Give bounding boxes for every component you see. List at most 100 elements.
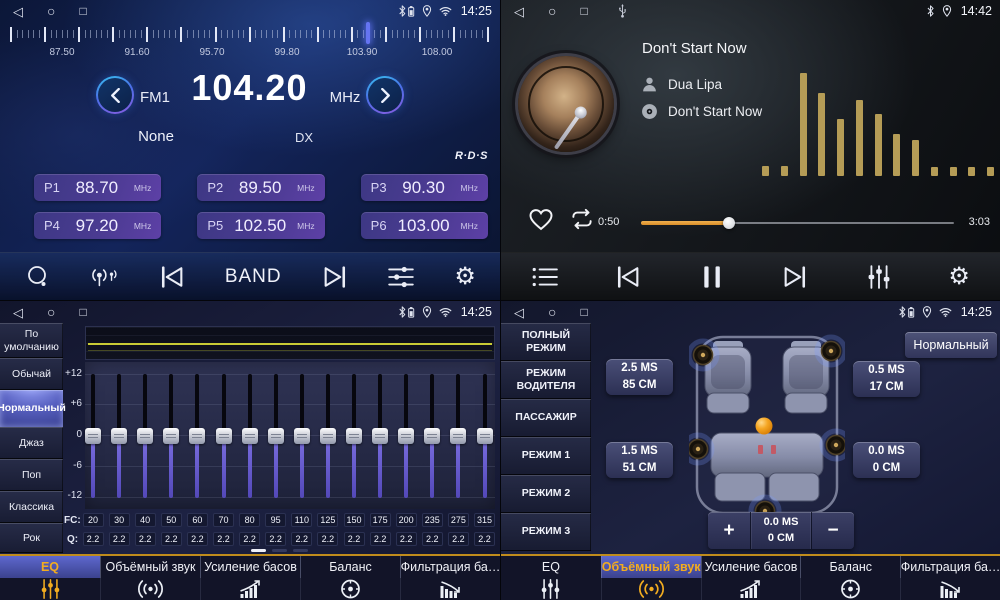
slider-handle[interactable] — [242, 428, 258, 444]
broadcast-icon[interactable] — [91, 264, 119, 290]
fc-value[interactable]: 125 — [317, 513, 338, 527]
tab-bass[interactable]: Усиление басов — [701, 556, 801, 600]
nav-recents-icon[interactable]: □ — [79, 5, 86, 17]
progress-bar[interactable] — [641, 220, 954, 226]
slider-handle[interactable] — [320, 428, 336, 444]
tune-down-button[interactable] — [96, 76, 134, 114]
slider-handle[interactable] — [372, 428, 388, 444]
delay-rear-left-button[interactable]: 1.5 MS 51 CM — [606, 442, 673, 478]
preset-button-p3[interactable]: P390.30MHz — [361, 174, 488, 201]
eq-band-slider-235[interactable] — [424, 374, 440, 498]
q-value[interactable]: 2.2 — [317, 532, 338, 546]
dx-indicator[interactable]: DX — [289, 130, 319, 145]
settings-gear-icon[interactable]: ⚙ — [454, 264, 476, 290]
fc-value[interactable]: 235 — [422, 513, 443, 527]
fc-value[interactable]: 30 — [109, 513, 130, 527]
tab-bass[interactable]: Усиление басов — [200, 556, 300, 600]
progress-thumb[interactable] — [723, 217, 735, 229]
delay-minus-button[interactable]: − — [812, 512, 854, 549]
previous-station-button[interactable] — [158, 264, 186, 290]
surround-mode-item-5[interactable]: РЕЖИМ 3 — [501, 513, 591, 551]
favorite-heart-button[interactable] — [527, 206, 555, 232]
fc-value[interactable]: 60 — [187, 513, 208, 527]
tab-balance[interactable]: Баланс — [300, 556, 400, 600]
fc-value[interactable]: 275 — [448, 513, 469, 527]
fc-value[interactable]: 200 — [396, 513, 417, 527]
eq-preset-item-4[interactable]: Поп — [0, 459, 63, 491]
nav-recents-icon[interactable]: □ — [580, 5, 587, 17]
surround-mode-item-4[interactable]: РЕЖИМ 2 — [501, 475, 591, 513]
nav-back-icon[interactable]: ◁ — [13, 5, 23, 18]
q-value[interactable]: 2.2 — [265, 532, 286, 546]
surround-mode-item-0[interactable]: ПОЛНЫЙ РЕЖИМ — [501, 323, 591, 361]
surround-mode-item-2[interactable]: ПАССАЖИР — [501, 399, 591, 437]
q-value[interactable]: 2.2 — [344, 532, 365, 546]
q-value[interactable]: 2.2 — [448, 532, 469, 546]
slider-handle[interactable] — [189, 428, 205, 444]
slider-handle[interactable] — [450, 428, 466, 444]
fc-value[interactable]: 150 — [344, 513, 365, 527]
nav-home-icon[interactable]: ○ — [47, 4, 55, 18]
q-value[interactable]: 2.2 — [83, 532, 104, 546]
nav-home-icon[interactable]: ○ — [548, 4, 556, 18]
settings-gear-icon[interactable]: ⚙ — [948, 264, 970, 290]
nav-back-icon[interactable]: ◁ — [13, 306, 23, 319]
tuner-scale[interactable]: 87.5091.6095.7099.80103.90108.00 — [0, 22, 500, 60]
q-value[interactable]: 2.2 — [109, 532, 130, 546]
eq-band-slider-200[interactable] — [398, 374, 414, 498]
nav-back-icon[interactable]: ◁ — [514, 306, 524, 319]
eq-band-slider-125[interactable] — [320, 374, 336, 498]
q-value[interactable]: 2.2 — [291, 532, 312, 546]
eq-preset-item-3[interactable]: Джаз — [0, 427, 63, 459]
nav-back-icon[interactable]: ◁ — [514, 5, 524, 18]
slider-handle[interactable] — [137, 428, 153, 444]
slider-handle[interactable] — [268, 428, 284, 444]
eq-band-slider-315[interactable] — [477, 374, 493, 498]
eq-sliders-button[interactable] — [387, 264, 415, 290]
eq-preset-item-0[interactable]: По умолчанию — [0, 323, 63, 358]
eq-band-slider-30[interactable] — [111, 374, 127, 498]
tab-balance[interactable]: Баланс — [800, 556, 900, 600]
q-value[interactable]: 2.2 — [422, 532, 443, 546]
slider-handle[interactable] — [346, 428, 362, 444]
eq-band-slider-110[interactable] — [294, 374, 310, 498]
q-value[interactable]: 2.2 — [396, 532, 417, 546]
slider-handle[interactable] — [216, 428, 232, 444]
preset-button-p4[interactable]: P497.20MHz — [34, 212, 161, 239]
q-value[interactable]: 2.2 — [187, 532, 208, 546]
eq-preset-item-5[interactable]: Классика — [0, 491, 63, 523]
eq-band-slider-175[interactable] — [372, 374, 388, 498]
eq-band-slider-275[interactable] — [450, 374, 466, 498]
eq-preset-item-1[interactable]: Обычай — [0, 358, 63, 390]
delay-front-right-button[interactable]: 0.5 MS 17 CM — [853, 361, 920, 397]
tab-eq[interactable]: EQ — [501, 556, 601, 600]
fc-value[interactable]: 315 — [474, 513, 495, 527]
slider-handle[interactable] — [294, 428, 310, 444]
delay-rear-right-button[interactable]: 0.0 MS 0 CM — [853, 442, 920, 478]
playlist-button[interactable] — [531, 264, 559, 290]
next-track-button[interactable] — [781, 264, 809, 290]
tab-surround[interactable]: Объёмный звук — [100, 556, 200, 600]
preset-button-p1[interactable]: P188.70MHz — [34, 174, 161, 201]
eq-preset-item-6[interactable]: Рок — [0, 523, 63, 553]
eq-band-slider-40[interactable] — [137, 374, 153, 498]
q-value[interactable]: 2.2 — [239, 532, 260, 546]
q-value[interactable]: 2.2 — [370, 532, 391, 546]
previous-track-button[interactable] — [614, 264, 642, 290]
fc-value[interactable]: 20 — [83, 513, 104, 527]
tab-filter[interactable]: Фильтрация ба… — [900, 556, 1000, 600]
slider-handle[interactable] — [163, 428, 179, 444]
nav-home-icon[interactable]: ○ — [548, 305, 556, 319]
fc-value[interactable]: 80 — [239, 513, 260, 527]
eq-band-slider-20[interactable] — [85, 374, 101, 498]
slider-handle[interactable] — [424, 428, 440, 444]
sound-preset-button[interactable]: Нормальный — [905, 332, 997, 358]
nav-recents-icon[interactable]: □ — [580, 306, 587, 318]
fc-value[interactable]: 40 — [135, 513, 156, 527]
surround-mode-item-3[interactable]: РЕЖИМ 1 — [501, 437, 591, 475]
eq-preset-item-2[interactable]: Нормальный — [0, 390, 63, 427]
delay-plus-button[interactable]: + — [708, 512, 750, 549]
next-station-button[interactable] — [321, 264, 349, 290]
tab-filter[interactable]: Фильтрация ба… — [400, 556, 500, 600]
nav-home-icon[interactable]: ○ — [47, 305, 55, 319]
